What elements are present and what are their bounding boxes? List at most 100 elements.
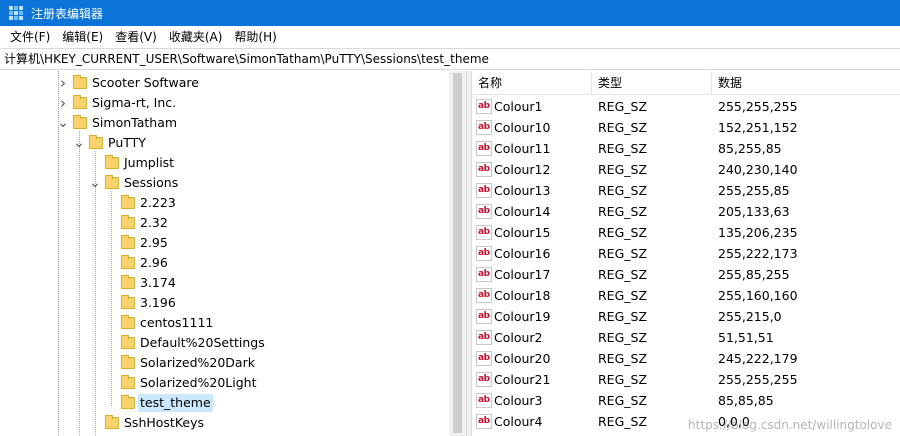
- menu-favorites[interactable]: 收藏夹(A): [163, 26, 229, 48]
- regedit-app-icon: [9, 6, 23, 20]
- list-item[interactable]: ab Colour21 REG_SZ 255,255,255: [472, 369, 900, 390]
- list-item[interactable]: ab Colour12 REG_SZ 240,230,140: [472, 159, 900, 180]
- menu-edit[interactable]: 编辑(E): [56, 26, 109, 48]
- value-data: 135,206,235: [718, 225, 798, 240]
- value-data: 255,215,0: [718, 309, 782, 324]
- tree-node[interactable]: Default%20Settings: [0, 333, 449, 353]
- string-value-icon: ab: [476, 330, 492, 345]
- tree-node-label: SimonTatham: [92, 115, 178, 130]
- value-data: 245,222,179: [718, 351, 798, 366]
- list-item[interactable]: ab Colour10 REG_SZ 152,251,152: [472, 117, 900, 138]
- folder-icon: [89, 135, 103, 149]
- address-bar[interactable]: 计算机\HKEY_CURRENT_USER\Software\SimonTath…: [0, 48, 900, 70]
- list-item[interactable]: ab Colour3 REG_SZ 85,85,85: [472, 390, 900, 411]
- tree-node-label: Solarized%20Dark: [140, 355, 255, 370]
- chevron-down-icon[interactable]: ⌄: [73, 133, 85, 153]
- folder-icon: [121, 255, 135, 269]
- folder-icon: [121, 195, 135, 209]
- folder-icon: [105, 175, 119, 189]
- tree-node-label: Default%20Settings: [140, 335, 265, 350]
- list-item[interactable]: ab Colour11 REG_SZ 85,255,85: [472, 138, 900, 159]
- string-value-icon: ab: [476, 309, 492, 324]
- tree-node-label: PuTTY: [108, 135, 146, 150]
- value-type: REG_SZ: [598, 183, 648, 198]
- tree-node[interactable]: 3.196: [0, 293, 449, 313]
- value-type: REG_SZ: [598, 351, 648, 366]
- value-name: Colour1: [494, 99, 543, 114]
- list-item[interactable]: ab Colour18 REG_SZ 255,160,160: [472, 285, 900, 306]
- menu-help[interactable]: 帮助(H): [228, 26, 282, 48]
- tree-node-label: Sigma-rt, Inc.: [92, 95, 177, 110]
- list-item[interactable]: ab Colour13 REG_SZ 255,255,85: [472, 180, 900, 201]
- value-name: Colour17: [494, 267, 551, 282]
- tree-node[interactable]: 3.174: [0, 273, 449, 293]
- list-item[interactable]: ab Colour20 REG_SZ 245,222,179: [472, 348, 900, 369]
- tree-node[interactable]: Solarized%20Dark: [0, 353, 449, 373]
- values-list[interactable]: 名称 类型 数据 ab Colour1 REG_SZ 255,255,255 ab Col…: [472, 71, 900, 436]
- tree-node[interactable]: › Scooter Software: [0, 73, 449, 93]
- chevron-down-icon[interactable]: ⌄: [89, 173, 101, 193]
- string-value-icon: ab: [476, 183, 492, 198]
- folder-icon: [121, 235, 135, 249]
- value-data: 255,255,85: [718, 183, 790, 198]
- value-type: REG_SZ: [598, 330, 648, 345]
- string-value-icon: ab: [476, 393, 492, 408]
- folder-icon: [121, 315, 135, 329]
- folder-icon: [121, 335, 135, 349]
- chevron-right-icon[interactable]: ›: [58, 93, 68, 113]
- menu-view[interactable]: 查看(V): [109, 26, 163, 48]
- chevron-right-icon[interactable]: ›: [58, 73, 68, 93]
- column-header-data[interactable]: 数据: [712, 71, 900, 95]
- value-type: REG_SZ: [598, 225, 648, 240]
- list-item[interactable]: ab Colour16 REG_SZ 255,222,173: [472, 243, 900, 264]
- value-name: Colour3: [494, 393, 543, 408]
- value-data: 255,160,160: [718, 288, 798, 303]
- column-header-type[interactable]: 类型: [592, 71, 712, 95]
- value-name: Colour21: [494, 372, 551, 387]
- tree-node[interactable]: 2.96: [0, 253, 449, 273]
- title-bar[interactable]: 注册表编辑器: [0, 0, 900, 26]
- value-data: 85,85,85: [718, 393, 774, 408]
- list-header: 名称 类型 数据: [472, 71, 900, 95]
- tree-node[interactable]: centos1111: [0, 313, 449, 333]
- tree-node-label: test_theme: [138, 394, 213, 412]
- value-type: REG_SZ: [598, 288, 648, 303]
- tree-scrollbar[interactable]: [449, 71, 466, 436]
- list-item[interactable]: ab Colour1 REG_SZ 255,255,255: [472, 96, 900, 117]
- list-item[interactable]: ab Colour15 REG_SZ 135,206,235: [472, 222, 900, 243]
- value-type: REG_SZ: [598, 120, 648, 135]
- tree-node[interactable]: ⌄ PuTTY: [0, 133, 449, 153]
- list-item[interactable]: ab Colour2 REG_SZ 51,51,51: [472, 327, 900, 348]
- folder-icon: [105, 415, 119, 429]
- string-value-icon: ab: [476, 372, 492, 387]
- value-name: Colour19: [494, 309, 551, 324]
- value-name: Colour10: [494, 120, 551, 135]
- tree-node[interactable]: ⌄ Sessions: [0, 173, 449, 193]
- tree-node[interactable]: test_theme: [0, 393, 449, 413]
- list-item[interactable]: ab Colour17 REG_SZ 255,85,255: [472, 264, 900, 285]
- tree-node[interactable]: Jumplist: [0, 153, 449, 173]
- list-item[interactable]: ab Colour19 REG_SZ 255,215,0: [472, 306, 900, 327]
- tree-node[interactable]: SshHostKeys: [0, 413, 449, 433]
- watermark: https://blog.csdn.net/willingtolove: [688, 418, 892, 432]
- tree-scrollbar-thumb[interactable]: [453, 73, 462, 433]
- value-data: 255,255,255: [718, 372, 798, 387]
- value-data: 152,251,152: [718, 120, 798, 135]
- registry-tree[interactable]: › Scooter Software › Sigma-rt, Inc. ⌄ SimonTa…: [0, 71, 466, 436]
- chevron-down-icon[interactable]: ⌄: [57, 113, 69, 133]
- tree-node[interactable]: 2.223: [0, 193, 449, 213]
- column-header-name[interactable]: 名称: [472, 71, 592, 95]
- tree-node[interactable]: › Sigma-rt, Inc.: [0, 93, 449, 113]
- tree-node[interactable]: 2.95: [0, 233, 449, 253]
- menu-file[interactable]: 文件(F): [4, 26, 56, 48]
- string-value-icon: ab: [476, 162, 492, 177]
- tree-node-label: SshHostKeys: [124, 415, 205, 430]
- tree-node[interactable]: 2.32: [0, 213, 449, 233]
- folder-icon: [73, 115, 87, 129]
- tree-node[interactable]: Solarized%20Light: [0, 373, 449, 393]
- value-type: REG_SZ: [598, 414, 648, 429]
- tree-node[interactable]: ⌄ SimonTatham: [0, 113, 449, 133]
- list-item[interactable]: ab Colour14 REG_SZ 205,133,63: [472, 201, 900, 222]
- tree-node-label: 2.96: [140, 255, 168, 270]
- value-data: 51,51,51: [718, 330, 774, 345]
